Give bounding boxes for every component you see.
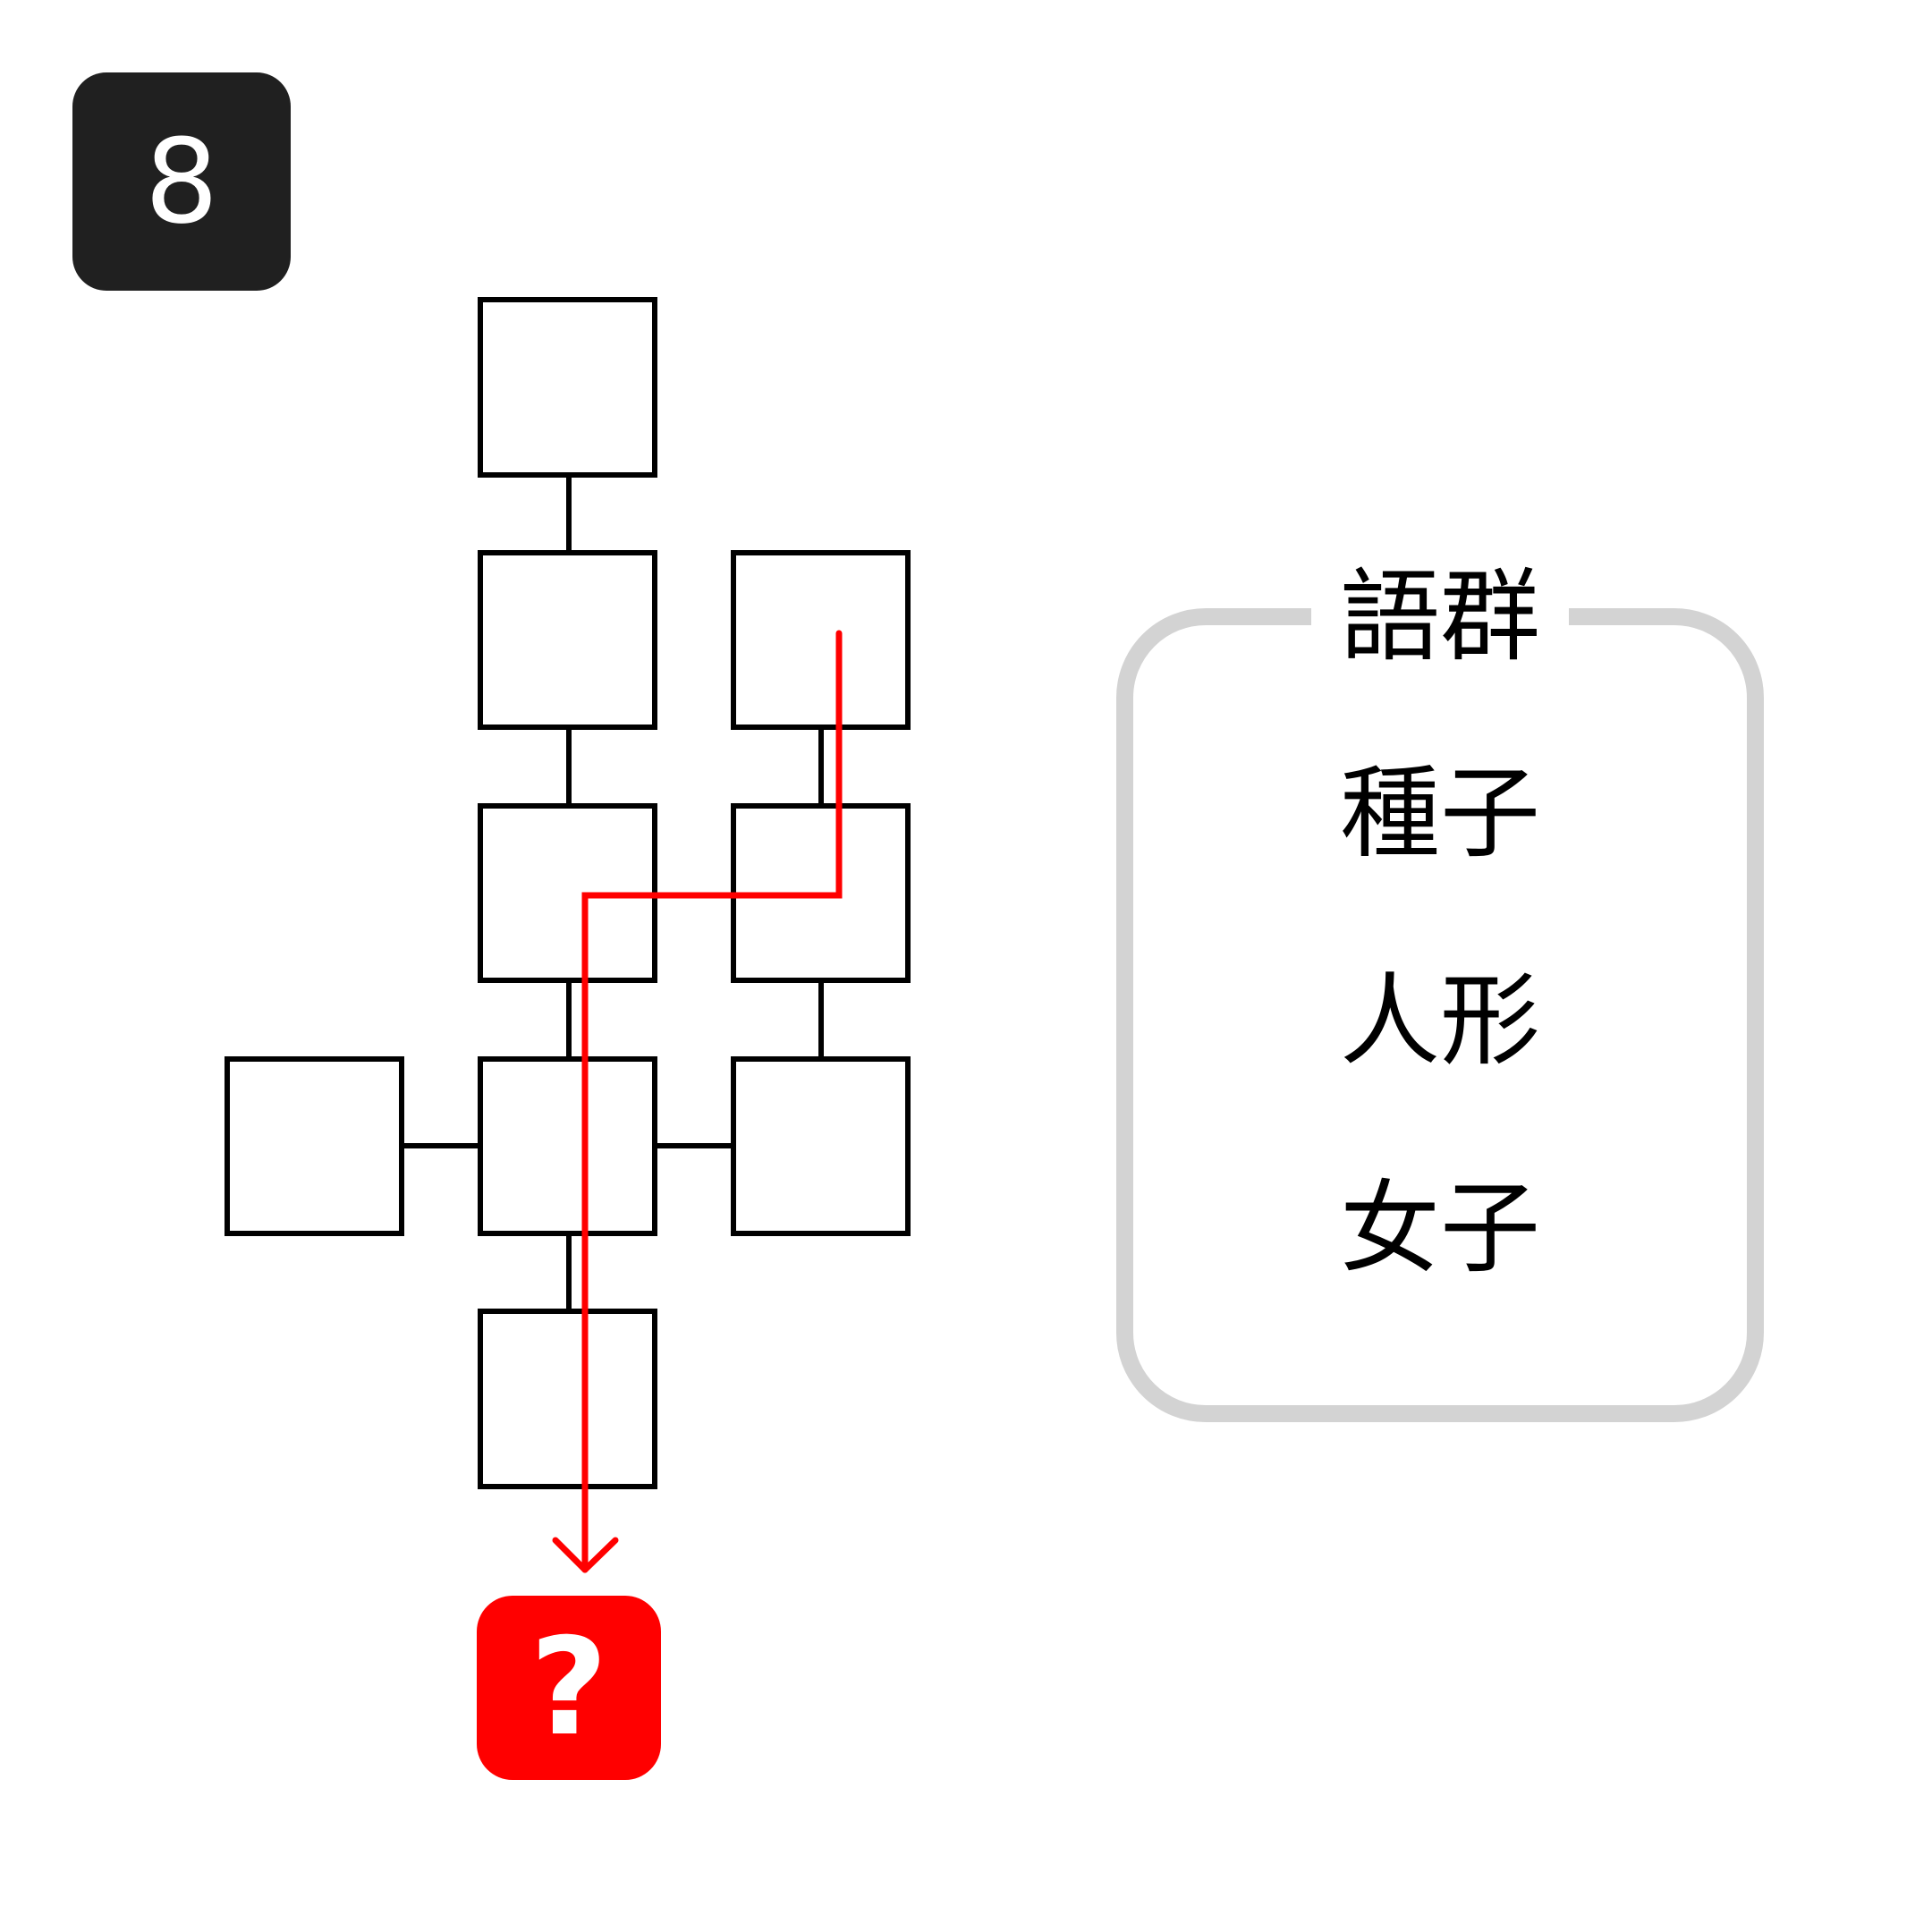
grid-cell[interactable] [731, 550, 911, 730]
word-list: 種子 人形 女子 [1133, 764, 1747, 1386]
grid-cell[interactable] [478, 1309, 657, 1489]
word-panel-title: 語群 [1311, 567, 1569, 667]
grid-cell[interactable] [478, 550, 657, 730]
grid-cell[interactable] [478, 297, 657, 478]
grid-cell[interactable] [731, 1056, 911, 1236]
grid-cell[interactable] [478, 1056, 657, 1236]
answer-question-box[interactable]: ? [477, 1596, 661, 1780]
grid-cell[interactable] [225, 1056, 404, 1236]
word-item: 種子 [1340, 756, 1540, 872]
word-item: 女子 [1340, 1171, 1540, 1287]
word-item: 人形 [1340, 963, 1540, 1080]
word-list-panel: 語群 種子 人形 女子 [1116, 567, 1764, 1422]
